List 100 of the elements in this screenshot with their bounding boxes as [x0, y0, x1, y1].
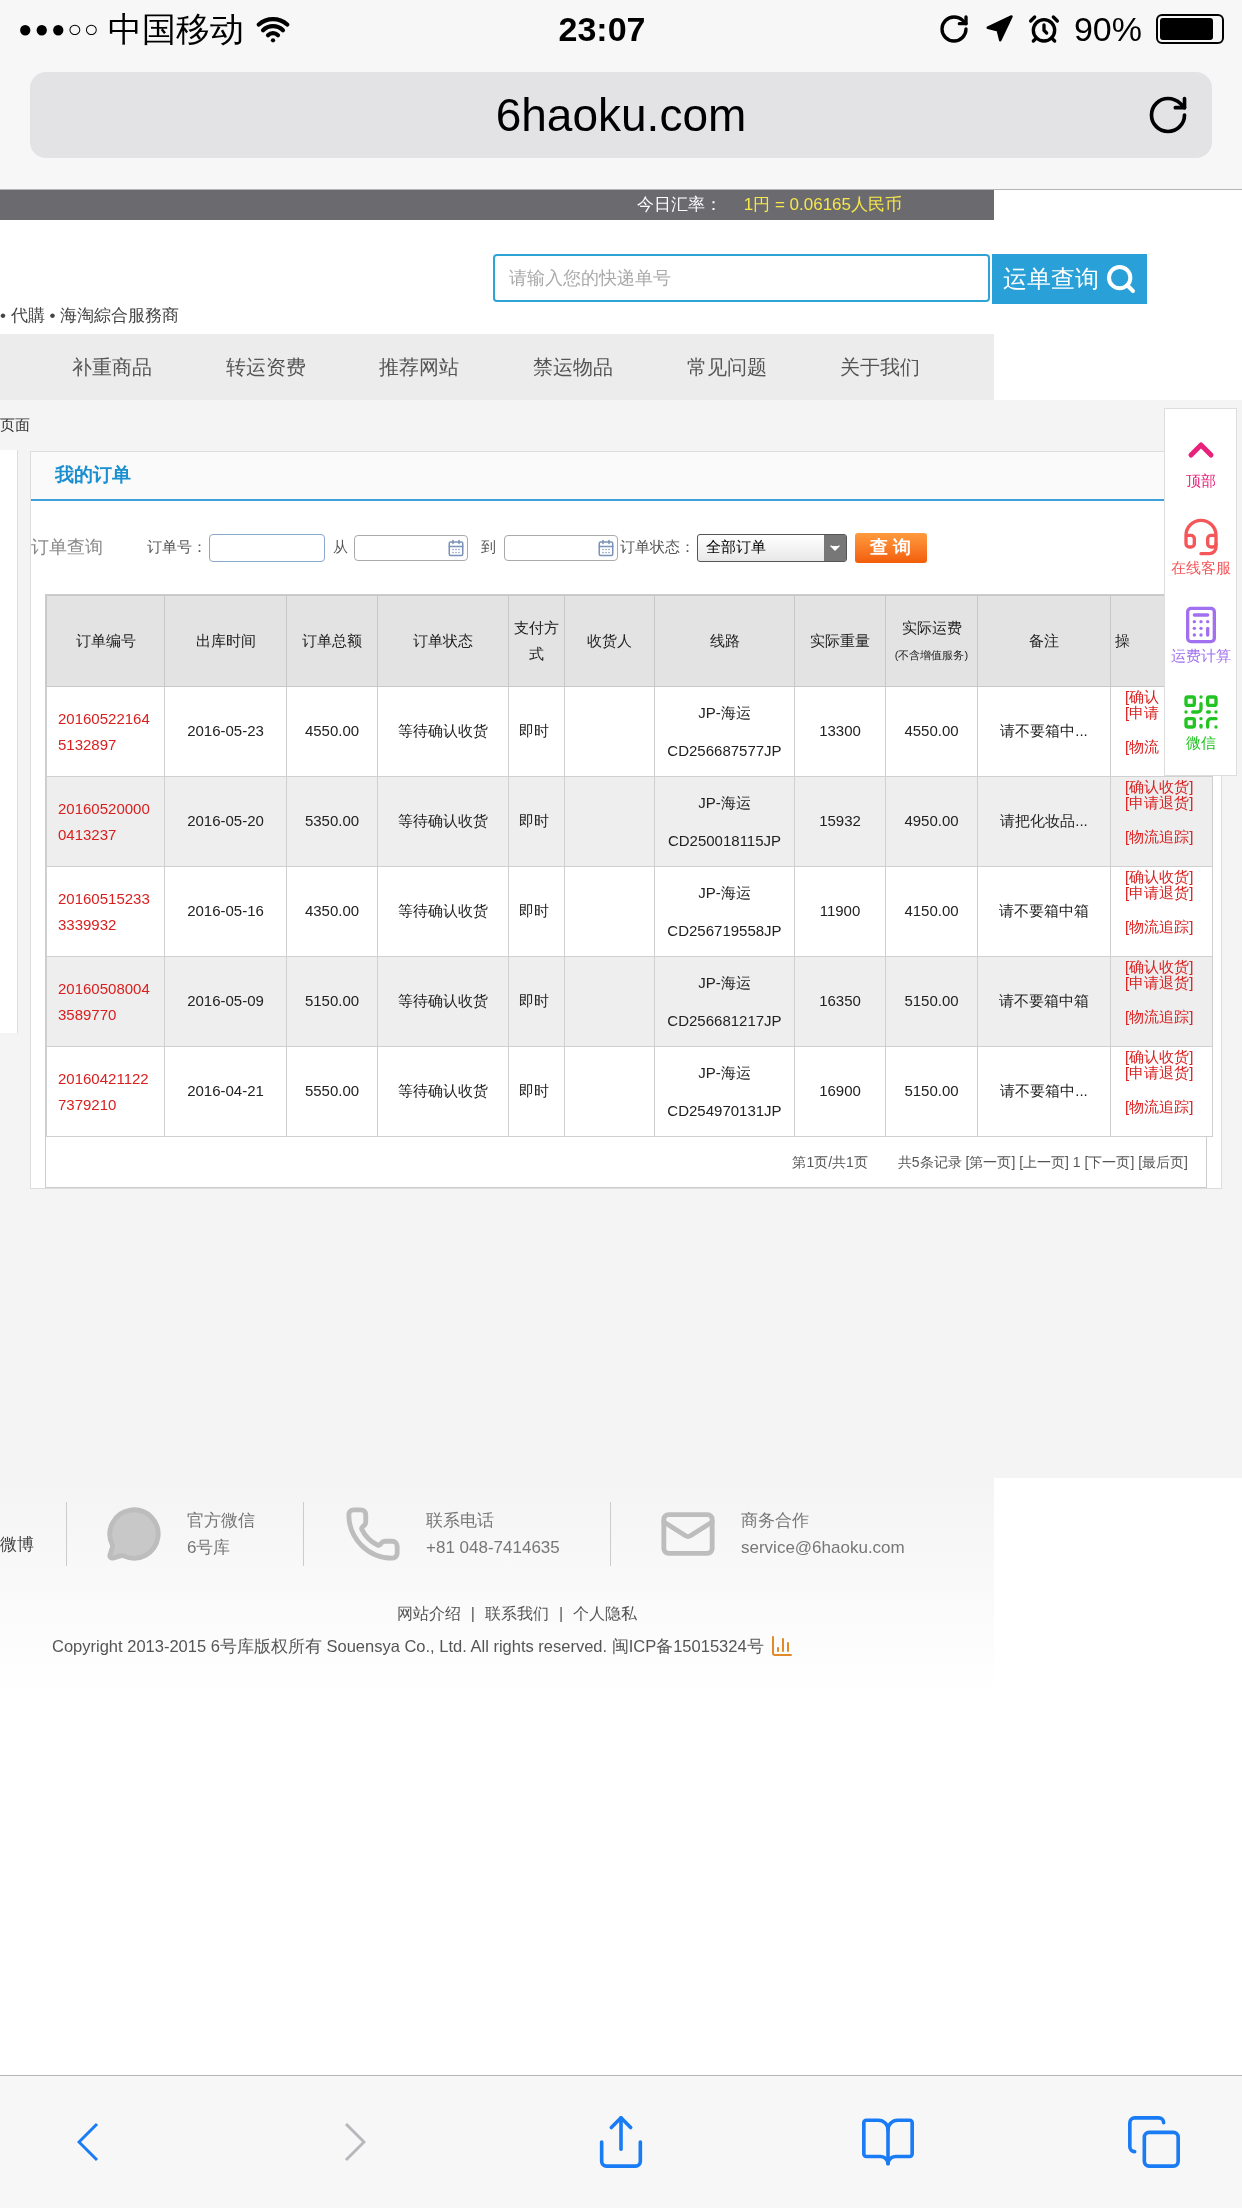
- weibo-label: 微博: [0, 1534, 35, 1557]
- table-cell: 5150.00: [885, 1046, 978, 1137]
- table-cell: 请不要箱中箱: [977, 866, 1111, 957]
- nav-link[interactable]: 关于我们: [840, 352, 995, 382]
- column-header: 订单状态: [377, 595, 509, 687]
- record-navigation: 共5条记录 [第一页] [上一页] 1 [下一页] [最后页]: [897, 1152, 1188, 1172]
- start-date-field[interactable]: [354, 534, 468, 561]
- nav-link[interactable]: 转运资费: [225, 352, 380, 382]
- contact-title: 联系电话: [426, 1510, 495, 1532]
- tracking-search-button[interactable]: 运单查询: [992, 254, 1147, 304]
- order-number-link[interactable]: 201605152333339932: [46, 866, 165, 957]
- stats-icon: [769, 1634, 794, 1659]
- table-cell: 请把化妆品...: [977, 776, 1111, 867]
- order-action-link[interactable]: [物流追踪]: [1125, 1099, 1194, 1115]
- table-cell: 请不要箱中箱: [977, 956, 1111, 1047]
- from-label: 从: [333, 537, 348, 558]
- table-cell: 4150.00: [885, 866, 978, 957]
- table-cell: 5350.00: [286, 776, 378, 867]
- order-action-link[interactable]: [物流追踪]: [1125, 1009, 1194, 1025]
- nav-link[interactable]: 补重商品: [72, 352, 226, 382]
- order-action-link[interactable]: [确认收货]: [1125, 869, 1194, 885]
- battery-icon: [1156, 14, 1224, 44]
- order-number-label: 订单号：: [147, 537, 207, 558]
- panel-title: 我的订单: [55, 463, 131, 488]
- tagline: • 代購 • 海淘綜合服務商: [0, 307, 180, 324]
- table-cell: 2016-05-09: [164, 956, 287, 1047]
- table-cell: 即时: [508, 956, 565, 1047]
- side-panel-link[interactable]: 在线客服: [1170, 557, 1231, 580]
- table-cell: 2016-04-21: [164, 1046, 287, 1137]
- nav-link[interactable]: 禁运物品: [533, 352, 687, 382]
- end-date-field[interactable]: [504, 534, 618, 561]
- order-action-link[interactable]: [申请退货]: [1125, 1065, 1194, 1081]
- table-cell: 4550.00: [885, 686, 978, 777]
- order-action-link[interactable]: [申请退货]: [1125, 795, 1194, 811]
- column-header: 实际重量: [794, 595, 886, 687]
- signal-strength: ●●●○○: [18, 14, 101, 44]
- table-cell: 2016-05-16: [164, 866, 287, 957]
- order-number-link[interactable]: 201605080043589770: [46, 956, 165, 1047]
- table-cell: 2016-05-20: [164, 776, 287, 867]
- table-cell: 2016-05-23: [164, 686, 287, 777]
- column-header: 支付方式: [508, 595, 565, 687]
- table-cell: 即时: [508, 1046, 565, 1137]
- link-separator: |: [470, 1604, 475, 1624]
- order-status-dropdown[interactable]: 全部订单: [697, 533, 847, 562]
- footer-link[interactable]: 网站介绍: [396, 1602, 461, 1626]
- table-cell: 13300: [794, 686, 886, 777]
- order-number-link[interactable]: 201605200000413237: [46, 776, 165, 867]
- address-bar[interactable]: 6haoku.com: [30, 72, 1212, 158]
- footer-link[interactable]: 联系我们: [485, 1602, 549, 1626]
- table-cell: JP-海运 CD254970131JP: [654, 1046, 795, 1137]
- contact-value: service@6haoku.com: [741, 1537, 905, 1559]
- copyright-text: Copyright 2013-2015 6号库版权所有 Souensya Co., Ltd. All rights reserved. 闽ICP备15015324号: [52, 1636, 764, 1657]
- nav-link[interactable]: 推荐网站: [379, 352, 533, 382]
- order-action-link[interactable]: [申请退货]: [1125, 885, 1194, 901]
- footer-link[interactable]: 个人隐私: [573, 1602, 638, 1626]
- nav-link[interactable]: 常见问题: [686, 352, 841, 382]
- table-cell: JP-海运 CD256687577JP: [654, 686, 795, 777]
- order-action-link[interactable]: [物流追踪]: [1125, 829, 1194, 845]
- order-action-link[interactable]: [确认收货]: [1125, 1049, 1194, 1065]
- table-cell: 16350: [794, 956, 886, 1047]
- breadcrumb: 页面: [0, 415, 30, 435]
- rate-label: 今日汇率：: [636, 194, 722, 217]
- url-text: 6haoku.com: [495, 87, 747, 143]
- table-cell: 请不要箱中...: [977, 1046, 1111, 1137]
- order-number-field[interactable]: [209, 533, 325, 562]
- contact-title: 商务合作: [741, 1510, 810, 1532]
- order-number-link[interactable]: 201605221645132897: [46, 686, 165, 777]
- order-action-link[interactable]: [确认: [1125, 689, 1160, 705]
- alarm-icon: [1027, 13, 1060, 45]
- table-cell: 11900: [794, 866, 886, 957]
- filter-label: 订单查询: [31, 536, 104, 560]
- table-cell: 即时: [508, 866, 565, 957]
- contact-value: +81 048-7414635: [426, 1537, 560, 1559]
- table-cell: JP-海运 CD256681217JP: [654, 956, 795, 1047]
- order-action-link[interactable]: [物流追踪]: [1125, 919, 1194, 935]
- link-separator: |: [559, 1604, 564, 1624]
- table-cell: 等待确认收货: [377, 1046, 509, 1137]
- side-panel-link[interactable]: 顶部: [1185, 469, 1216, 492]
- tracking-search-field[interactable]: 请输入您的快递单号: [493, 254, 990, 302]
- table-cell: 4950.00: [885, 776, 978, 867]
- order-action-link[interactable]: [申请退货]: [1125, 975, 1194, 991]
- search-icon: [1104, 263, 1137, 295]
- table-cell: 等待确认收货: [377, 956, 509, 1047]
- table-cell: 即时: [508, 686, 565, 777]
- tabs-icon: [1125, 2113, 1183, 2171]
- clock-time: 23:07: [558, 8, 646, 50]
- order-number-link[interactable]: 201604211227379210: [46, 1046, 165, 1137]
- table-cell: 16900: [794, 1046, 886, 1137]
- order-action-link[interactable]: [申请: [1125, 705, 1160, 721]
- order-action-link[interactable]: [物流: [1125, 739, 1160, 755]
- table-cell: 请不要箱中...: [977, 686, 1111, 777]
- column-header: 订单编号: [46, 595, 165, 687]
- table-cell: 5550.00: [286, 1046, 378, 1137]
- order-action-link[interactable]: [确认收货]: [1125, 959, 1194, 975]
- column-header: 出库时间: [164, 595, 287, 687]
- telephone-icon: [344, 1505, 402, 1563]
- table-cell: JP-海运 CD256719558JP: [654, 866, 795, 957]
- table-cell: 5150.00: [286, 956, 378, 1047]
- order-action-link[interactable]: [确认收货]: [1125, 779, 1194, 795]
- order-status-label: 订单状态：: [620, 537, 695, 558]
